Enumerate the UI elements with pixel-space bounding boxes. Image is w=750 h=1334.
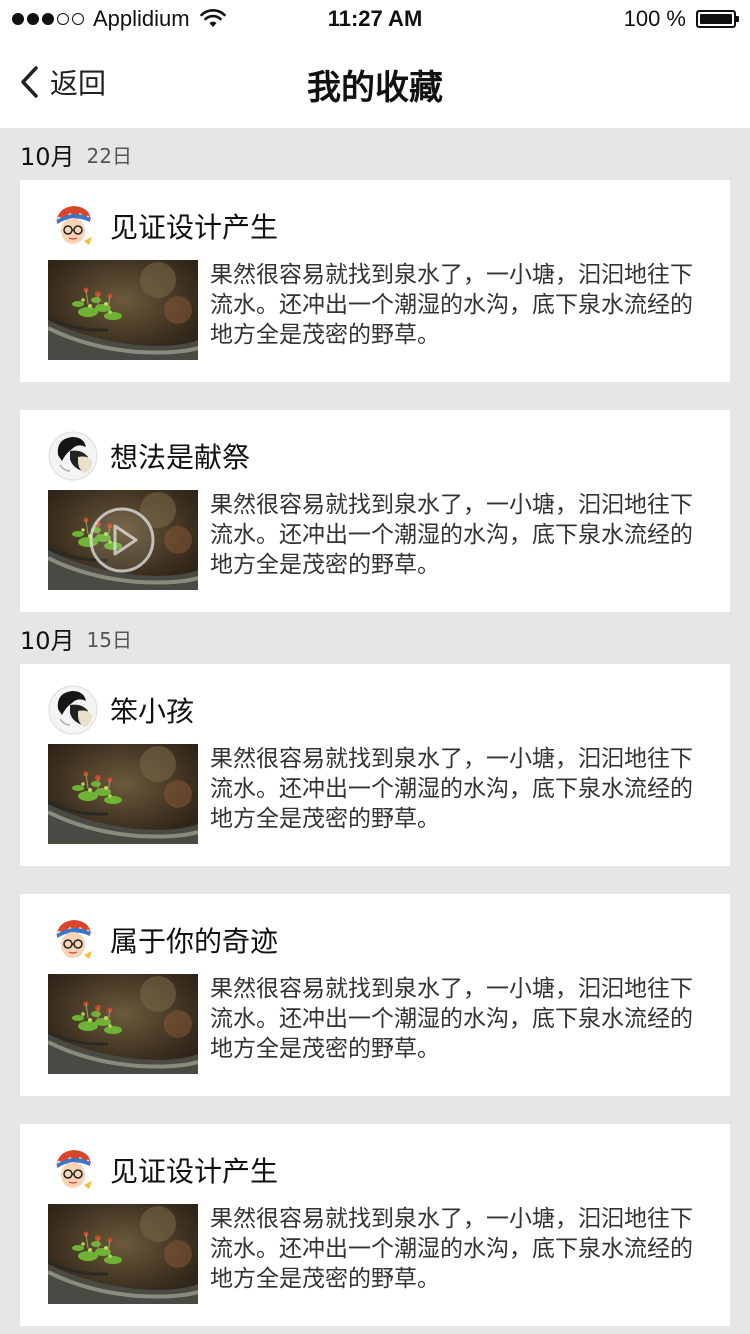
battery-percent: 100 % — [623, 6, 686, 31]
date-header: 10月 15日 — [0, 612, 750, 664]
red-hair-boy-avatar[interactable] — [48, 201, 98, 251]
favorites-list[interactable]: 10月 22日 见证设计产生 果然很容易就找到泉水了，一小塘，汩汩地往下流水。还… — [0, 128, 750, 1334]
favorites-group: 笨小孩 果然很容易就找到泉水了，一小塘，汩汩地往下流水。还冲出一个潮湿的水沟，底… — [0, 664, 750, 1326]
card-body: 果然很容易就找到泉水了，一小塘，汩汩地往下流水。还冲出一个潮湿的水沟，底下泉水流… — [48, 974, 710, 1074]
card-header: 笨小孩 — [48, 684, 710, 736]
play-icon[interactable] — [88, 506, 156, 574]
card-description: 果然很容易就找到泉水了，一小塘，汩汩地往下流水。还冲出一个潮湿的水沟，底下泉水流… — [210, 976, 693, 1062]
thumbnail-image[interactable] — [48, 1204, 198, 1304]
card-body: 果然很容易就找到泉水了，一小塘，汩汩地往下流水。还冲出一个潮湿的水沟，底下泉水流… — [48, 260, 710, 360]
black-hair-figure-avatar[interactable] — [48, 685, 98, 735]
battery-icon — [696, 10, 739, 28]
card-header: 属于你的奇迹 — [48, 914, 710, 966]
nav-bar: 返回 我的收藏 — [0, 40, 750, 128]
card-header: 见证设计产生 — [48, 1144, 710, 1196]
page-title: 我的收藏 — [307, 68, 443, 108]
favorite-card[interactable]: 想法是献祭 果然很容易就找到泉水了，一小塘，汩汩地往下流水。还冲出一个潮湿的水沟… — [20, 410, 730, 612]
author-name[interactable]: 想法是献祭 — [110, 436, 250, 476]
thumbnail-image[interactable] — [48, 744, 198, 844]
date-day: 15日 — [86, 627, 132, 652]
card-body: 果然很容易就找到泉水了，一小塘，汩汩地往下流水。还冲出一个潮湿的水沟，底下泉水流… — [48, 490, 710, 590]
favorites-group: 见证设计产生 果然很容易就找到泉水了，一小塘，汩汩地往下流水。还冲出一个潮湿的水… — [0, 180, 750, 612]
status-bar: Applidium 11:27 AM 100 % — [0, 0, 750, 40]
battery-area: 100 % — [623, 6, 739, 32]
date-month: 10月 — [20, 626, 75, 655]
author-name[interactable]: 见证设计产生 — [110, 1150, 278, 1190]
thumbnail-image[interactable] — [48, 490, 198, 590]
favorite-card[interactable]: 笨小孩 果然很容易就找到泉水了，一小塘，汩汩地往下流水。还冲出一个潮湿的水沟，底… — [20, 664, 730, 866]
favorite-card[interactable]: 属于你的奇迹 果然很容易就找到泉水了，一小塘，汩汩地往下流水。还冲出一个潮湿的水… — [20, 894, 730, 1096]
card-description: 果然很容易就找到泉水了，一小塘，汩汩地往下流水。还冲出一个潮湿的水沟，底下泉水流… — [210, 1206, 693, 1292]
favorite-card[interactable]: 见证设计产生 果然很容易就找到泉水了，一小塘，汩汩地往下流水。还冲出一个潮湿的水… — [20, 1124, 730, 1326]
card-header: 见证设计产生 — [48, 200, 710, 252]
card-body: 果然很容易就找到泉水了，一小塘，汩汩地往下流水。还冲出一个潮湿的水沟，底下泉水流… — [48, 1204, 710, 1304]
author-name[interactable]: 笨小孩 — [110, 690, 194, 730]
author-name[interactable]: 见证设计产生 — [110, 206, 278, 246]
card-description: 果然很容易就找到泉水了，一小塘，汩汩地往下流水。还冲出一个潮湿的水沟，底下泉水流… — [210, 262, 693, 348]
date-header: 10月 22日 — [0, 128, 750, 180]
black-hair-figure-avatar[interactable] — [48, 431, 98, 481]
card-header: 想法是献祭 — [48, 430, 710, 482]
card-body: 果然很容易就找到泉水了，一小塘，汩汩地往下流水。还冲出一个潮湿的水沟，底下泉水流… — [48, 744, 710, 844]
favorite-card[interactable]: 见证设计产生 果然很容易就找到泉水了，一小塘，汩汩地往下流水。还冲出一个潮湿的水… — [20, 180, 730, 382]
red-hair-boy-avatar[interactable] — [48, 915, 98, 965]
thumbnail-image[interactable] — [48, 974, 198, 1074]
author-name[interactable]: 属于你的奇迹 — [110, 920, 278, 960]
card-description: 果然很容易就找到泉水了，一小塘，汩汩地往下流水。还冲出一个潮湿的水沟，底下泉水流… — [210, 746, 693, 832]
date-day: 22日 — [86, 143, 132, 168]
date-month: 10月 — [20, 142, 75, 171]
card-description: 果然很容易就找到泉水了，一小塘，汩汩地往下流水。还冲出一个潮湿的水沟，底下泉水流… — [210, 492, 693, 578]
red-hair-boy-avatar[interactable] — [48, 1145, 98, 1195]
thumbnail-image[interactable] — [48, 260, 198, 360]
